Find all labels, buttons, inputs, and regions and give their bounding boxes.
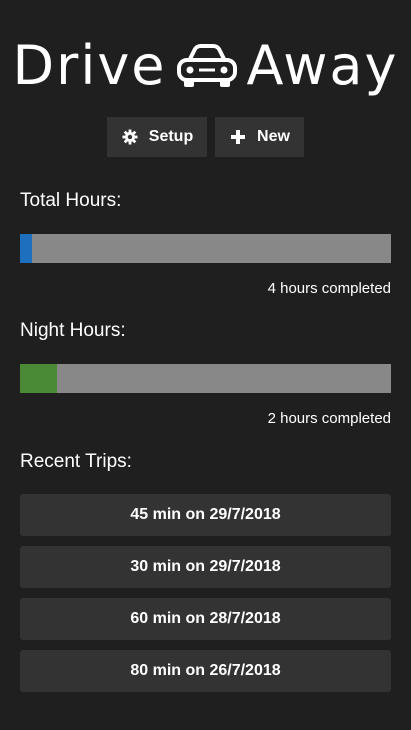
trip-item[interactable]: 30 min on 29/7/2018 <box>20 546 391 588</box>
night-hours-caption: 2 hours completed <box>267 410 391 427</box>
app-logo: Drive Away <box>0 36 411 96</box>
setup-button[interactable]: Setup <box>107 117 207 157</box>
trip-item[interactable]: 80 min on 26/7/2018 <box>20 650 391 692</box>
plus-icon <box>229 128 247 146</box>
total-hours-progress-fill <box>20 234 33 263</box>
total-hours-progress-bar <box>20 234 391 263</box>
logo-text-away: Away <box>246 34 399 97</box>
logo-text-drive: Drive <box>12 34 167 97</box>
trip-item[interactable]: 45 min on 29/7/2018 <box>20 494 391 536</box>
total-hours-caption: 4 hours completed <box>267 280 391 297</box>
recent-trips-label: Recent Trips: <box>20 451 132 472</box>
total-hours-label: Total Hours: <box>20 190 122 211</box>
new-button[interactable]: New <box>215 117 304 157</box>
trip-item[interactable]: 60 min on 28/7/2018 <box>20 598 391 640</box>
toolbar: Setup New <box>107 117 304 157</box>
setup-button-label: Setup <box>148 128 194 145</box>
gear-icon <box>121 128 139 146</box>
car-icon <box>176 44 237 87</box>
night-hours-progress-fill <box>20 364 58 393</box>
night-hours-progress-bar <box>20 364 391 393</box>
new-button-label: New <box>257 128 290 145</box>
night-hours-label: Night Hours: <box>20 320 126 341</box>
recent-trips-list: 45 min on 29/7/2018 30 min on 29/7/2018 … <box>20 494 391 702</box>
